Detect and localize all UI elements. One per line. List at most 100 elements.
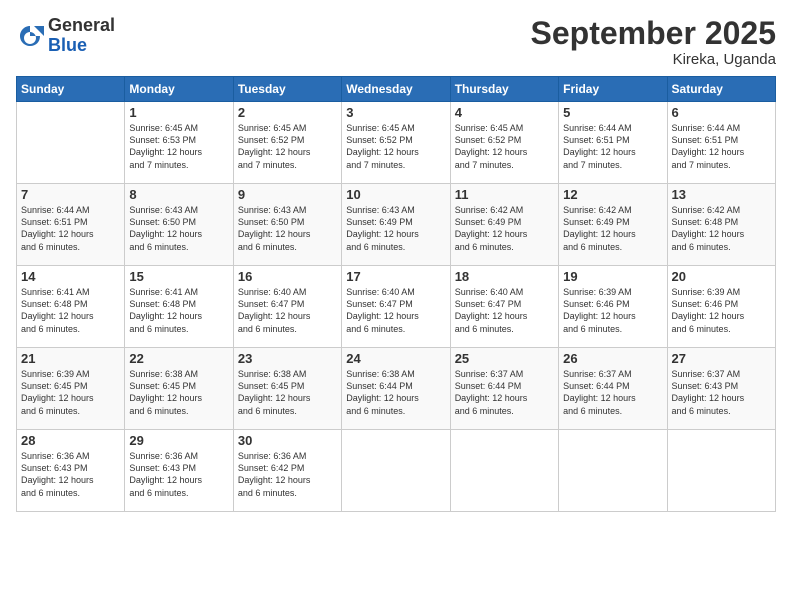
day-number: 27 xyxy=(672,351,771,366)
calendar-cell: 17Sunrise: 6:40 AM Sunset: 6:47 PM Dayli… xyxy=(342,266,450,348)
calendar-cell: 10 Sunrise: 6:43 AM Sunset: 6:49 PM Dayli… xyxy=(342,184,450,266)
day-info: Sunrise: 6:37 AM Sunset: 6:43 PM Dayligh… xyxy=(672,368,771,417)
day-number: 20 xyxy=(672,269,771,284)
calendar-cell: 2 Sunrise: 6:45 AM Sunset: 6:52 PM Daylig… xyxy=(233,102,341,184)
calendar-cell xyxy=(17,102,125,184)
calendar-cell: 15 Sunrise: 6:41 AM Sunset: 6:48 PM Dayli… xyxy=(125,266,233,348)
calendar-week-4: 21Sunrise: 6:39 AM Sunset: 6:45 PM Dayli… xyxy=(17,348,776,430)
calendar-cell xyxy=(559,430,667,512)
calendar-header-row: Sunday Monday Tuesday Wednesday Thursday… xyxy=(17,77,776,102)
day-info: Sunrise: 6:43 AM Sunset: 6:50 PM Dayligh… xyxy=(238,204,337,253)
day-number: 13 xyxy=(672,187,771,202)
day-number: 3 xyxy=(346,105,445,120)
day-info: Sunrise: 6:45 AM Sunset: 6:52 PM Dayligh… xyxy=(346,122,445,171)
day-number: 22 xyxy=(129,351,228,366)
day-info: Sunrise: 6:40 AM Sunset: 6:47 PM Dayligh… xyxy=(455,286,554,335)
day-number: 12 xyxy=(563,187,662,202)
calendar-week-5: 28 Sunrise: 6:36 AM Sunset: 6:43 PM Dayli… xyxy=(17,430,776,512)
day-info: Sunrise: 6:38 AM Sunset: 6:44 PM Dayligh… xyxy=(346,368,445,417)
day-info: Sunrise: 6:40 AM Sunset: 6:47 PM Dayligh… xyxy=(346,286,445,335)
col-thursday: Thursday xyxy=(450,77,558,102)
day-info: Sunrise: 6:43 AM Sunset: 6:49 PM Dayligh… xyxy=(346,204,445,253)
day-number: 4 xyxy=(455,105,554,120)
day-info: Sunrise: 6:36 AM Sunset: 6:43 PM Dayligh… xyxy=(129,450,228,499)
calendar-cell: 9 Sunrise: 6:43 AM Sunset: 6:50 PM Daylig… xyxy=(233,184,341,266)
day-number: 29 xyxy=(129,433,228,448)
day-number: 28 xyxy=(21,433,120,448)
month-title: September 2025 xyxy=(531,16,776,51)
calendar-cell: 26Sunrise: 6:37 AM Sunset: 6:44 PM Dayli… xyxy=(559,348,667,430)
calendar-week-3: 14 Sunrise: 6:41 AM Sunset: 6:48 PM Dayli… xyxy=(17,266,776,348)
logo-general-text: General xyxy=(48,16,115,36)
calendar-cell: 20 Sunrise: 6:39 AM Sunset: 6:46 PM Dayli… xyxy=(667,266,775,348)
day-info: Sunrise: 6:38 AM Sunset: 6:45 PM Dayligh… xyxy=(129,368,228,417)
day-info: Sunrise: 6:44 AM Sunset: 6:51 PM Dayligh… xyxy=(21,204,120,253)
day-info: Sunrise: 6:42 AM Sunset: 6:48 PM Dayligh… xyxy=(672,204,771,253)
calendar-cell: 7Sunrise: 6:44 AM Sunset: 6:51 PM Daylig… xyxy=(17,184,125,266)
day-number: 5 xyxy=(563,105,662,120)
calendar-cell: 4 Sunrise: 6:45 AM Sunset: 6:52 PM Daylig… xyxy=(450,102,558,184)
day-number: 14 xyxy=(21,269,120,284)
day-info: Sunrise: 6:45 AM Sunset: 6:52 PM Dayligh… xyxy=(238,122,337,171)
day-info: Sunrise: 6:45 AM Sunset: 6:53 PM Dayligh… xyxy=(129,122,228,171)
day-info: Sunrise: 6:36 AM Sunset: 6:42 PM Dayligh… xyxy=(238,450,337,499)
calendar-cell: 23Sunrise: 6:38 AM Sunset: 6:45 PM Dayli… xyxy=(233,348,341,430)
col-sunday: Sunday xyxy=(17,77,125,102)
day-info: Sunrise: 6:45 AM Sunset: 6:52 PM Dayligh… xyxy=(455,122,554,171)
calendar-cell: 29 Sunrise: 6:36 AM Sunset: 6:43 PM Dayli… xyxy=(125,430,233,512)
col-tuesday: Tuesday xyxy=(233,77,341,102)
calendar-cell: 11 Sunrise: 6:42 AM Sunset: 6:49 PM Dayli… xyxy=(450,184,558,266)
calendar-cell: 1Sunrise: 6:45 AM Sunset: 6:53 PM Daylig… xyxy=(125,102,233,184)
logo-icon xyxy=(16,22,44,50)
day-number: 2 xyxy=(238,105,337,120)
day-number: 10 xyxy=(346,187,445,202)
day-info: Sunrise: 6:44 AM Sunset: 6:51 PM Dayligh… xyxy=(563,122,662,171)
col-wednesday: Wednesday xyxy=(342,77,450,102)
day-number: 18 xyxy=(455,269,554,284)
day-info: Sunrise: 6:41 AM Sunset: 6:48 PM Dayligh… xyxy=(21,286,120,335)
day-number: 16 xyxy=(238,269,337,284)
day-info: Sunrise: 6:39 AM Sunset: 6:46 PM Dayligh… xyxy=(563,286,662,335)
day-number: 15 xyxy=(129,269,228,284)
calendar-cell: 3 Sunrise: 6:45 AM Sunset: 6:52 PM Daylig… xyxy=(342,102,450,184)
calendar-cell: 18 Sunrise: 6:40 AM Sunset: 6:47 PM Dayli… xyxy=(450,266,558,348)
calendar-cell: 22 Sunrise: 6:38 AM Sunset: 6:45 PM Dayli… xyxy=(125,348,233,430)
day-number: 8 xyxy=(129,187,228,202)
calendar-cell: 16Sunrise: 6:40 AM Sunset: 6:47 PM Dayli… xyxy=(233,266,341,348)
day-info: Sunrise: 6:39 AM Sunset: 6:46 PM Dayligh… xyxy=(672,286,771,335)
day-number: 23 xyxy=(238,351,337,366)
calendar-cell: 25 Sunrise: 6:37 AM Sunset: 6:44 PM Dayli… xyxy=(450,348,558,430)
day-number: 30 xyxy=(238,433,337,448)
day-number: 9 xyxy=(238,187,337,202)
day-info: Sunrise: 6:36 AM Sunset: 6:43 PM Dayligh… xyxy=(21,450,120,499)
day-info: Sunrise: 6:42 AM Sunset: 6:49 PM Dayligh… xyxy=(563,204,662,253)
calendar-cell: 12 Sunrise: 6:42 AM Sunset: 6:49 PM Dayli… xyxy=(559,184,667,266)
day-info: Sunrise: 6:43 AM Sunset: 6:50 PM Dayligh… xyxy=(129,204,228,253)
day-info: Sunrise: 6:44 AM Sunset: 6:51 PM Dayligh… xyxy=(672,122,771,171)
calendar-cell: 19Sunrise: 6:39 AM Sunset: 6:46 PM Dayli… xyxy=(559,266,667,348)
header: General Blue September 2025 Kireka, Ugan… xyxy=(16,16,776,68)
calendar-week-1: 1Sunrise: 6:45 AM Sunset: 6:53 PM Daylig… xyxy=(17,102,776,184)
day-number: 24 xyxy=(346,351,445,366)
calendar-cell: 5 Sunrise: 6:44 AM Sunset: 6:51 PM Daylig… xyxy=(559,102,667,184)
day-number: 26 xyxy=(563,351,662,366)
calendar-cell xyxy=(667,430,775,512)
day-number: 11 xyxy=(455,187,554,202)
calendar-cell: 28 Sunrise: 6:36 AM Sunset: 6:43 PM Dayli… xyxy=(17,430,125,512)
title-block: September 2025 Kireka, Uganda xyxy=(531,16,776,68)
day-info: Sunrise: 6:42 AM Sunset: 6:49 PM Dayligh… xyxy=(455,204,554,253)
calendar-cell: 8 Sunrise: 6:43 AM Sunset: 6:50 PM Daylig… xyxy=(125,184,233,266)
day-number: 6 xyxy=(672,105,771,120)
calendar-cell: 13 Sunrise: 6:42 AM Sunset: 6:48 PM Dayli… xyxy=(667,184,775,266)
calendar-cell: 27 Sunrise: 6:37 AM Sunset: 6:43 PM Dayli… xyxy=(667,348,775,430)
calendar-cell: 30 Sunrise: 6:36 AM Sunset: 6:42 PM Dayli… xyxy=(233,430,341,512)
day-info: Sunrise: 6:37 AM Sunset: 6:44 PM Dayligh… xyxy=(455,368,554,417)
col-monday: Monday xyxy=(125,77,233,102)
day-info: Sunrise: 6:41 AM Sunset: 6:48 PM Dayligh… xyxy=(129,286,228,335)
col-friday: Friday xyxy=(559,77,667,102)
calendar-cell xyxy=(342,430,450,512)
day-number: 25 xyxy=(455,351,554,366)
col-saturday: Saturday xyxy=(667,77,775,102)
logo-text: General Blue xyxy=(48,16,115,56)
calendar-cell: 24 Sunrise: 6:38 AM Sunset: 6:44 PM Dayli… xyxy=(342,348,450,430)
